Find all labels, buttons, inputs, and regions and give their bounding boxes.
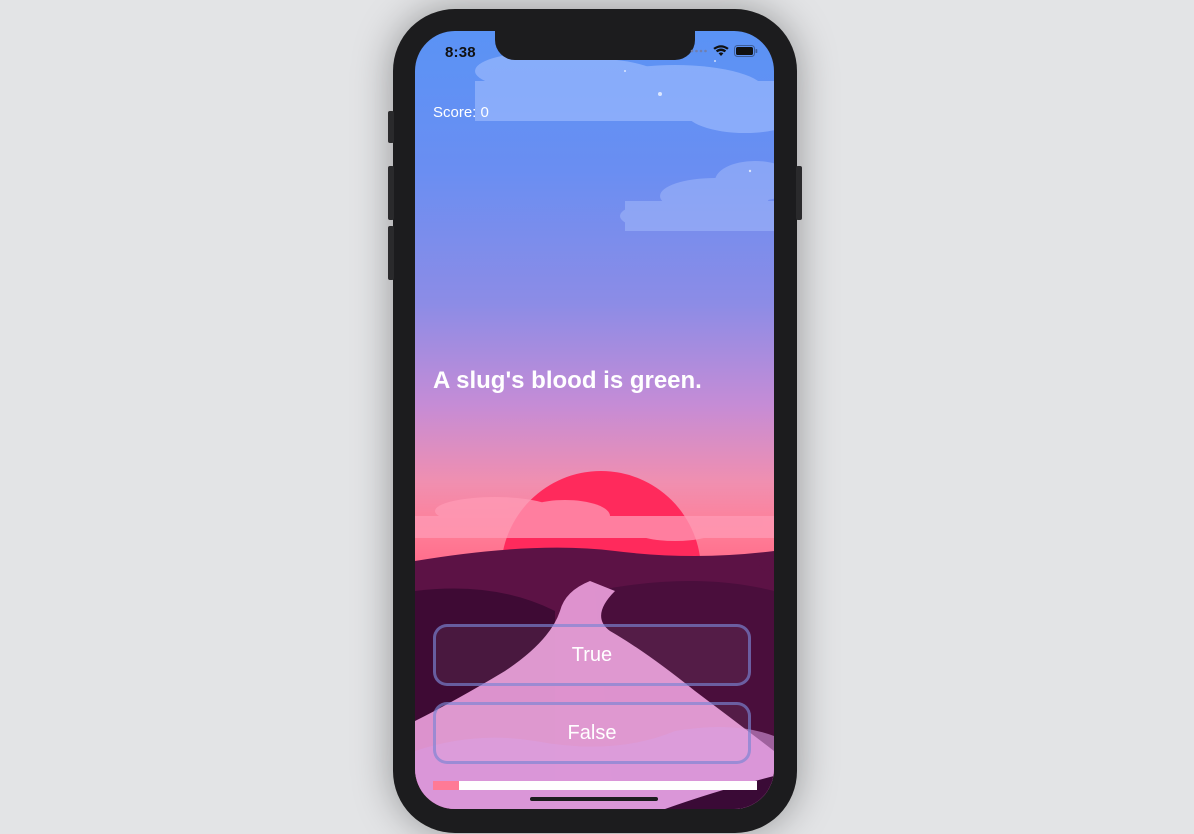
quiz-progress-bar [433,781,757,790]
wifi-icon [713,45,729,56]
app-screen: 8:38 Score: 0 A slug's blood is green. T… [415,31,774,809]
battery-icon [734,45,758,57]
question-text: A slug's blood is green. [433,367,702,394]
false-answer-button[interactable]: False [433,702,751,764]
signal-icon [690,49,707,53]
status-time: 8:38 [445,44,476,61]
volume-down-button [388,226,394,280]
simulator-stage: 8:38 Score: 0 A slug's blood is green. T… [0,0,1194,834]
score-label: Score: 0 [433,104,489,121]
device-notch [495,31,695,60]
quiz-progress-fill [433,781,459,790]
iphone-device-frame: 8:38 Score: 0 A slug's blood is green. T… [388,9,802,833]
sunset-background-illustration [415,53,774,809]
status-icons [690,45,758,57]
volume-up-button [388,166,394,220]
home-indicator[interactable] [530,797,658,801]
clouds-top [475,53,774,133]
true-answer-button[interactable]: True [433,624,751,686]
power-button [796,166,802,220]
mute-switch [388,111,394,143]
